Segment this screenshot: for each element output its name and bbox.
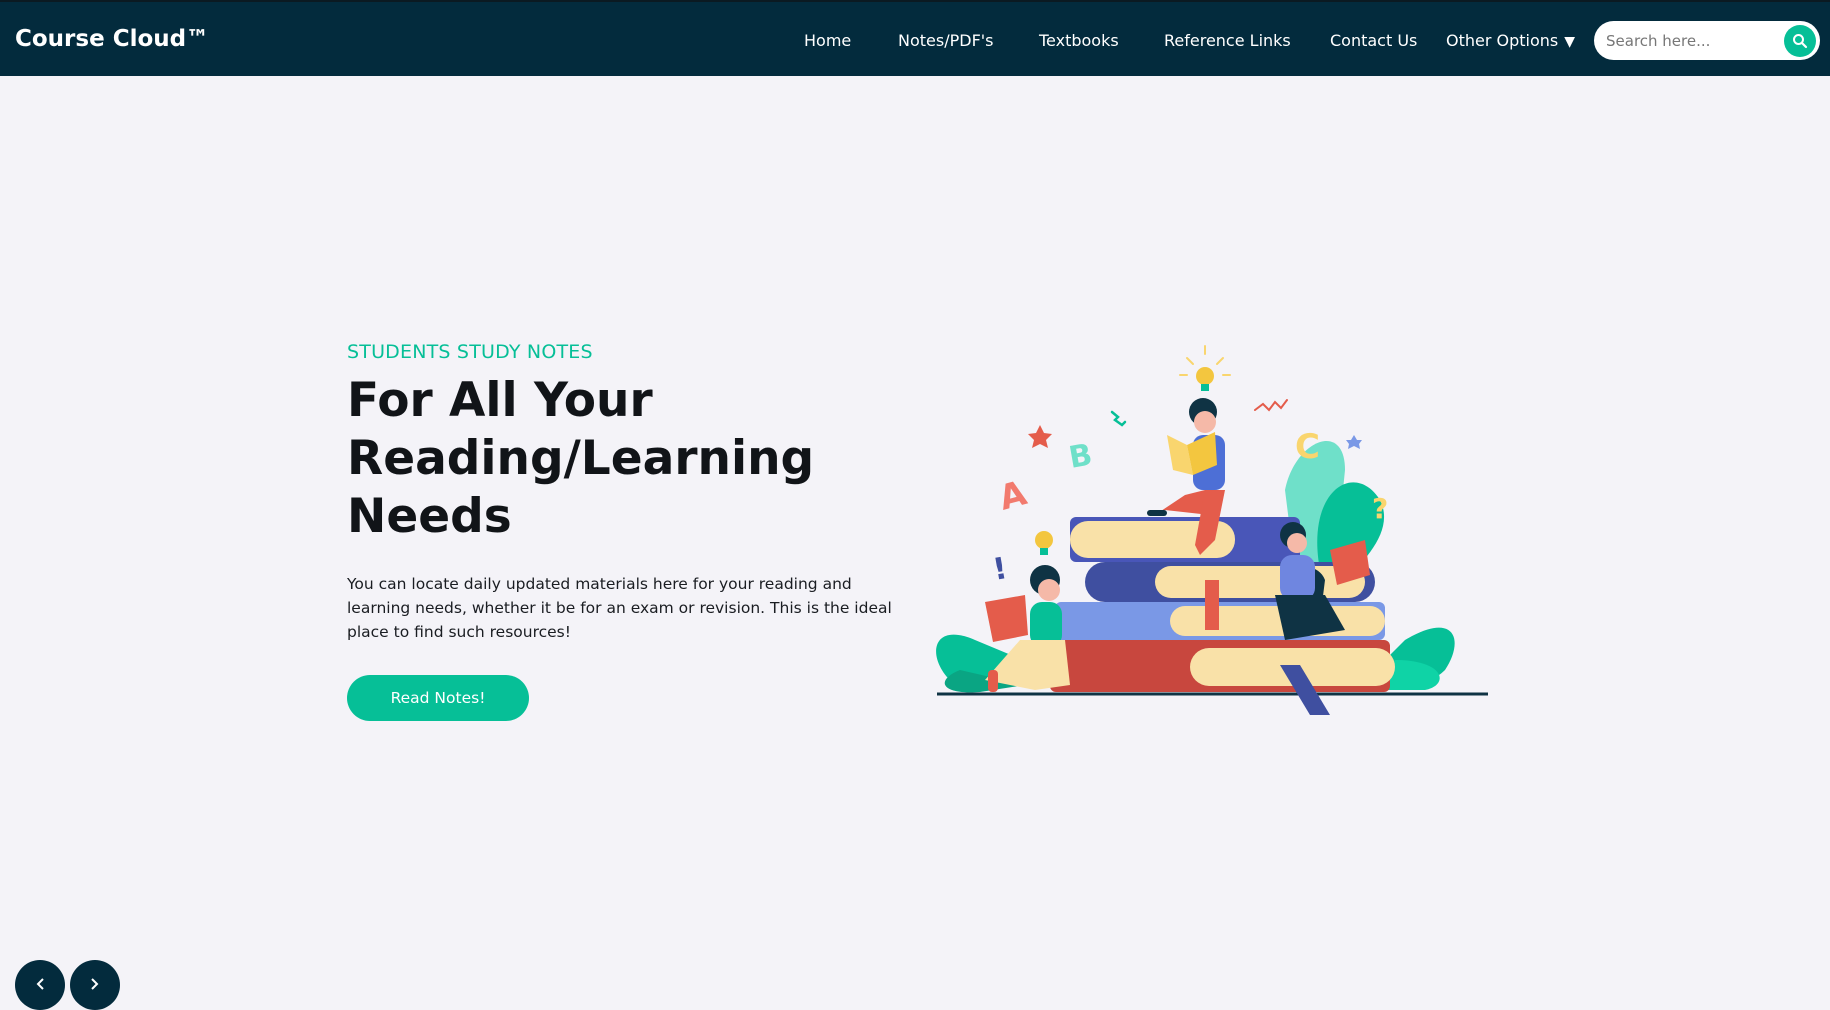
lightbulb-left-base-shape: [1040, 548, 1048, 555]
search-button[interactable]: [1784, 25, 1816, 57]
lightbulb-left-shape: [1035, 531, 1053, 549]
reader-left-shoe-shape: [988, 670, 998, 692]
reader-left-book-shape: [985, 595, 1028, 642]
reader-left-face-shape: [1038, 579, 1060, 601]
squiggle-teal-shape: [1110, 410, 1127, 427]
reader-right-face-shape: [1287, 533, 1307, 553]
chevron-left-icon: [36, 978, 44, 990]
hero-eyebrow: STUDENTS STUDY NOTES: [347, 341, 593, 363]
book-second-pages-shape: [1155, 566, 1365, 598]
letter-c-shape: C: [1295, 427, 1320, 467]
nav-contact-us[interactable]: Contact Us: [1330, 31, 1417, 50]
lightbulb-top-shape: [1196, 367, 1214, 385]
nav-other-options-label: Other Options: [1446, 31, 1559, 50]
squiggle-red-shape: [1254, 399, 1288, 412]
search-icon: [1793, 34, 1808, 49]
hero-headline: For All Your Reading/Learning Needs: [347, 373, 815, 544]
lightbulb-top-base-shape: [1201, 384, 1209, 391]
search-box: [1594, 21, 1820, 60]
search-input[interactable]: [1606, 21, 1776, 60]
star-red-icon: [1028, 425, 1052, 448]
brand-logo[interactable]: Course Cloud™: [15, 26, 209, 52]
chevron-right-icon: [91, 978, 99, 990]
star-blue-icon: [1346, 435, 1362, 449]
read-notes-button[interactable]: Read Notes!: [347, 675, 529, 721]
letter-a-shape: A: [995, 473, 1031, 519]
nav-home[interactable]: Home: [804, 31, 851, 50]
nav-notes-pdfs[interactable]: Notes/PDF's: [898, 31, 994, 50]
top-navbar: Course Cloud™ Home Notes/PDF's Textbooks…: [0, 0, 1830, 76]
exclamation-mark-shape: !: [990, 551, 1010, 588]
reader-top-shoe-shape: [1147, 510, 1167, 516]
nav-other-options-dropdown[interactable]: Other Options ▼: [1446, 31, 1575, 50]
bookmark-shape: [1205, 580, 1219, 630]
hero-description: You can locate daily updated materials h…: [347, 575, 892, 641]
reader-right-body-shape: [1280, 555, 1315, 600]
question-mark-shape: ?: [1372, 492, 1388, 525]
carousel-next-button[interactable]: [70, 960, 120, 1010]
letter-b-shape: B: [1066, 437, 1095, 475]
nav-textbooks[interactable]: Textbooks: [1039, 31, 1119, 50]
carousel-prev-button[interactable]: [15, 960, 65, 1010]
students-reading-illustration: A B C ? !: [936, 345, 1488, 715]
reader-top-head-shape: [1194, 411, 1216, 433]
caret-down-icon: ▼: [1564, 34, 1576, 50]
book-third-pages-shape: [1170, 606, 1385, 636]
nav-reference-links[interactable]: Reference Links: [1164, 31, 1291, 50]
